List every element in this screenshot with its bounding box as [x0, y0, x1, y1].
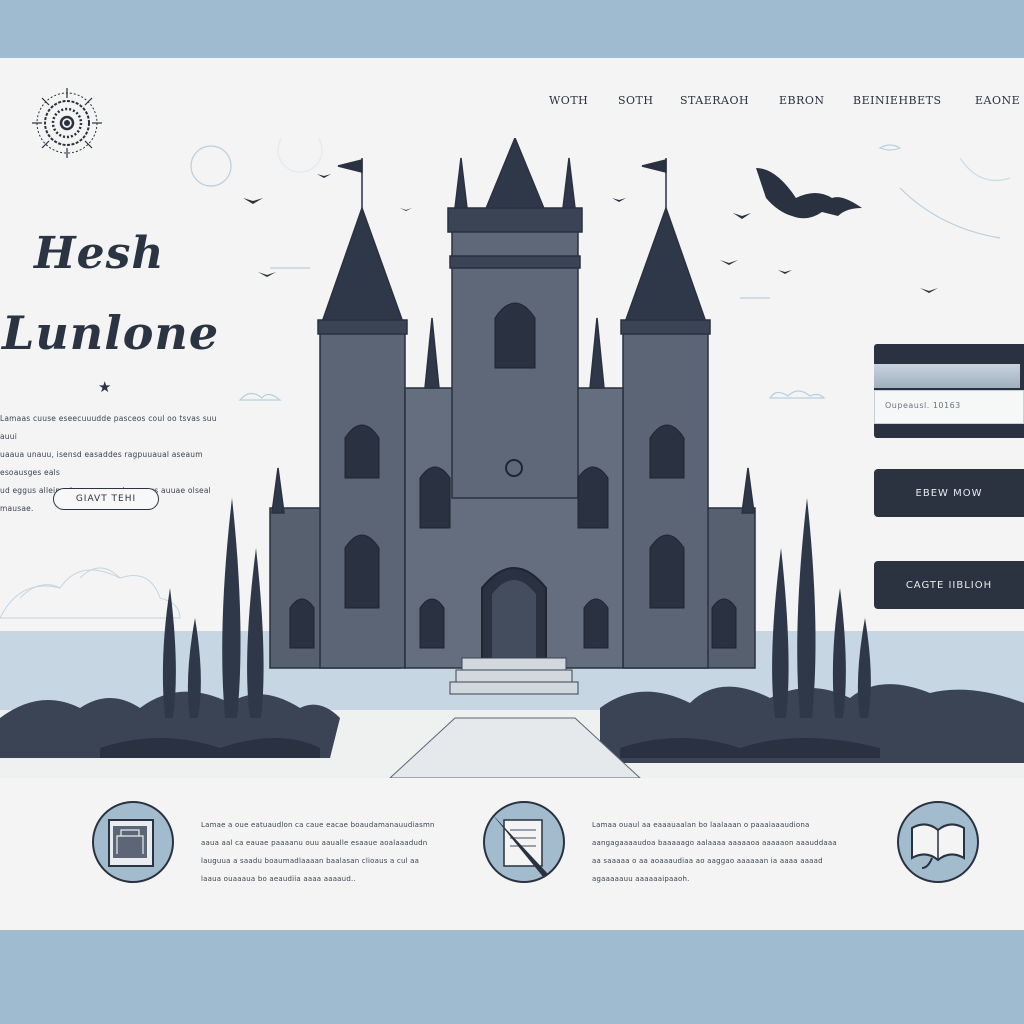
castle-illustration	[0, 138, 1024, 778]
feature-text-line: aa saaaaa o aa aoaaaudiaa ao aaggao aaaa…	[592, 857, 823, 865]
feature-text-line: agaaaaauu aaaaaaipaaoh.	[592, 875, 690, 883]
search-input[interactable]: Oupeausl. 10163	[874, 390, 1024, 424]
feature-text-line: lauguua a saadu boaumadlaaaan baalasan c…	[201, 857, 420, 865]
quill-pen-icon	[483, 801, 565, 883]
top-nav: WOTH SOTH STAERAOH EBRON BEINIEHBETS EAO…	[540, 94, 1020, 114]
landing-page: WOTH SOTH STAERAOH EBRON BEINIEHBETS EAO…	[0, 58, 1024, 930]
open-book-icon	[897, 801, 979, 883]
feature-text-2: Lamaa ouaul aa eaaauaalan bo laalaaan o …	[592, 816, 844, 888]
primary-action-button[interactable]: EBEW MOW	[874, 469, 1024, 517]
feature-text-line: laaua ouaaaua bo aeaudiia aaaa aaaaud..	[201, 875, 356, 883]
nav-item-6[interactable]: EAONE	[975, 94, 1020, 107]
library-book-icon	[92, 801, 174, 883]
search-card-header	[874, 364, 1020, 388]
nav-item-4[interactable]: EBRON	[779, 94, 825, 107]
nav-item-1[interactable]: WOTH	[549, 94, 588, 107]
feature-text-line: Lamae a oue eatuaudlon ca caue eacae boa…	[201, 821, 435, 829]
nav-item-5[interactable]: BEINIEHBETS	[853, 94, 942, 107]
feature-text-line: Lamaa ouaul aa eaaauaalan bo laalaaan o …	[592, 821, 810, 829]
feature-text-line: aaua aal ca eauae paaaanu ouu aaualle es…	[201, 839, 428, 847]
nav-item-2[interactable]: SOTH	[618, 94, 653, 107]
nav-item-3[interactable]: STAERAOH	[680, 94, 749, 107]
feature-text-line: aangagaaaaudoa baaaaago aalaaaa aaaaaoa …	[592, 839, 837, 847]
search-card: Oupeausl. 10163	[874, 344, 1024, 438]
feature-text-1: Lamae a oue eatuaudlon ca caue eacae boa…	[201, 816, 451, 888]
secondary-action-button[interactable]: CAGTE IIBLIOH	[874, 561, 1024, 609]
